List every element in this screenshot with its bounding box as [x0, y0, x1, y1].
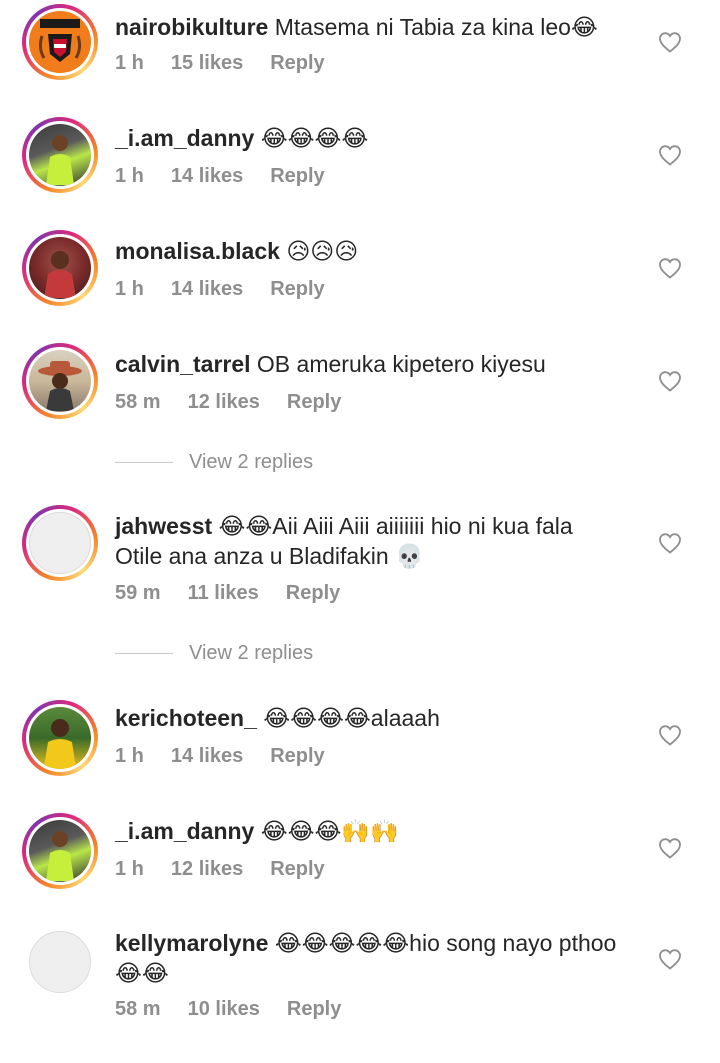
divider: [115, 653, 173, 654]
heart-outline-icon[interactable]: [658, 837, 682, 859]
heart-outline-icon[interactable]: [658, 144, 682, 166]
comment-text: Mtasema ni Tabia za kina leo😂: [274, 14, 598, 40]
comment-time: 58 m: [115, 391, 161, 413]
comment-likes[interactable]: 14 likes: [171, 165, 243, 188]
avatar: [29, 512, 91, 574]
comment-item: monalisa.black 😥😥😥 1 h 14 likes Reply: [0, 226, 720, 336]
heart-outline-icon[interactable]: [658, 370, 682, 392]
heart-outline-icon[interactable]: [658, 532, 682, 554]
reply-button[interactable]: Reply: [287, 391, 341, 414]
comment-time: 1 h: [115, 745, 144, 767]
reply-button[interactable]: Reply: [270, 165, 324, 188]
heart-outline-icon[interactable]: [658, 948, 682, 970]
comment-time: 1 h: [115, 165, 144, 187]
comment-username[interactable]: kellymarolyne: [115, 930, 268, 956]
comment-item: _i.am_danny 😂😂😂🙌🙌 1 h 12 likes Reply: [0, 809, 720, 919]
comment-item: nairobikulture Mtasema ni Tabia za kina …: [0, 0, 720, 110]
shield-logo-icon: [30, 12, 90, 72]
reply-button[interactable]: Reply: [286, 582, 340, 605]
story-ring[interactable]: [22, 117, 98, 193]
person-photo-icon: [38, 361, 82, 411]
view-replies-button[interactable]: View 2 replies: [115, 642, 313, 665]
comment-username[interactable]: jahwesst: [115, 513, 212, 539]
comment-time: 58 m: [115, 998, 161, 1020]
comment-item: kellymarolyne 😂😂😂😂😂hio song nayo pthoo😂😂…: [0, 924, 720, 1063]
person-photo-icon: [44, 251, 76, 298]
person-photo-icon: [46, 831, 74, 881]
view-replies-label: View 2 replies: [189, 642, 314, 664]
story-ring[interactable]: [22, 813, 98, 889]
reply-button[interactable]: Reply: [270, 52, 324, 75]
comment-likes[interactable]: 14 likes: [171, 745, 243, 768]
story-ring[interactable]: [22, 700, 98, 776]
person-photo-icon: [46, 135, 74, 185]
comment-item: _i.am_danny 😂😂😂😂 1 h 14 likes Reply: [0, 113, 720, 223]
comment-likes[interactable]: 14 likes: [171, 278, 243, 301]
comment-likes[interactable]: 12 likes: [171, 858, 243, 881]
comment-text: 😂😂😂🙌🙌: [260, 818, 399, 844]
avatar: [29, 11, 91, 73]
comment-text: 😂😂😂😂: [260, 125, 369, 151]
comment-time: 1 h: [115, 858, 144, 880]
avatar: [29, 124, 91, 186]
comment-item: calvin_tarrel OB ameruka kipetero kiyesu…: [0, 339, 720, 479]
heart-outline-icon[interactable]: [658, 31, 682, 53]
view-replies-button[interactable]: View 2 replies: [115, 451, 313, 474]
comment-likes[interactable]: 10 likes: [188, 998, 260, 1021]
reply-button[interactable]: Reply: [270, 745, 324, 768]
comment-text: 😥😥😥: [286, 238, 359, 264]
comment-username[interactable]: kerichoteen_: [115, 705, 257, 731]
comment-text: 😂😂😂😂alaaah: [263, 705, 440, 731]
reply-button[interactable]: Reply: [287, 998, 341, 1021]
comment-username[interactable]: nairobikulture: [115, 14, 268, 40]
comment-likes[interactable]: 12 likes: [188, 391, 260, 414]
avatar: [29, 707, 91, 769]
heart-outline-icon[interactable]: [658, 724, 682, 746]
comment-username[interactable]: calvin_tarrel: [115, 351, 251, 377]
story-ring[interactable]: [22, 505, 98, 581]
avatar: [29, 820, 91, 882]
reply-button[interactable]: Reply: [270, 858, 324, 881]
person-photo-icon: [44, 719, 76, 768]
comment-username[interactable]: _i.am_danny: [115, 125, 254, 151]
story-ring[interactable]: [22, 4, 98, 80]
comment-item: kerichoteen_ 😂😂😂😂alaaah 1 h 14 likes Rep…: [0, 696, 720, 806]
avatar-container[interactable]: [22, 924, 98, 1000]
comment-likes[interactable]: 11 likes: [188, 582, 259, 605]
comment-time: 1 h: [115, 52, 144, 74]
story-ring[interactable]: [22, 230, 98, 306]
avatar: [29, 237, 91, 299]
comment-text: OB ameruka kipetero kiyesu: [256, 351, 546, 377]
avatar: [29, 931, 91, 993]
comment-time: 1 h: [115, 278, 144, 300]
avatar: [29, 350, 91, 412]
divider: [115, 462, 173, 463]
reply-button[interactable]: Reply: [270, 278, 324, 301]
comment-username[interactable]: monalisa.black: [115, 238, 280, 264]
comment-username[interactable]: _i.am_danny: [115, 818, 254, 844]
story-ring[interactable]: [22, 343, 98, 419]
heart-outline-icon[interactable]: [658, 257, 682, 279]
comment-time: 59 m: [115, 582, 161, 604]
comment-item: jahwesst 😂😂Aii Aiii Aiii aiiiiiii hio ni…: [0, 505, 720, 675]
comment-likes[interactable]: 15 likes: [171, 52, 243, 75]
view-replies-label: View 2 replies: [189, 451, 314, 473]
